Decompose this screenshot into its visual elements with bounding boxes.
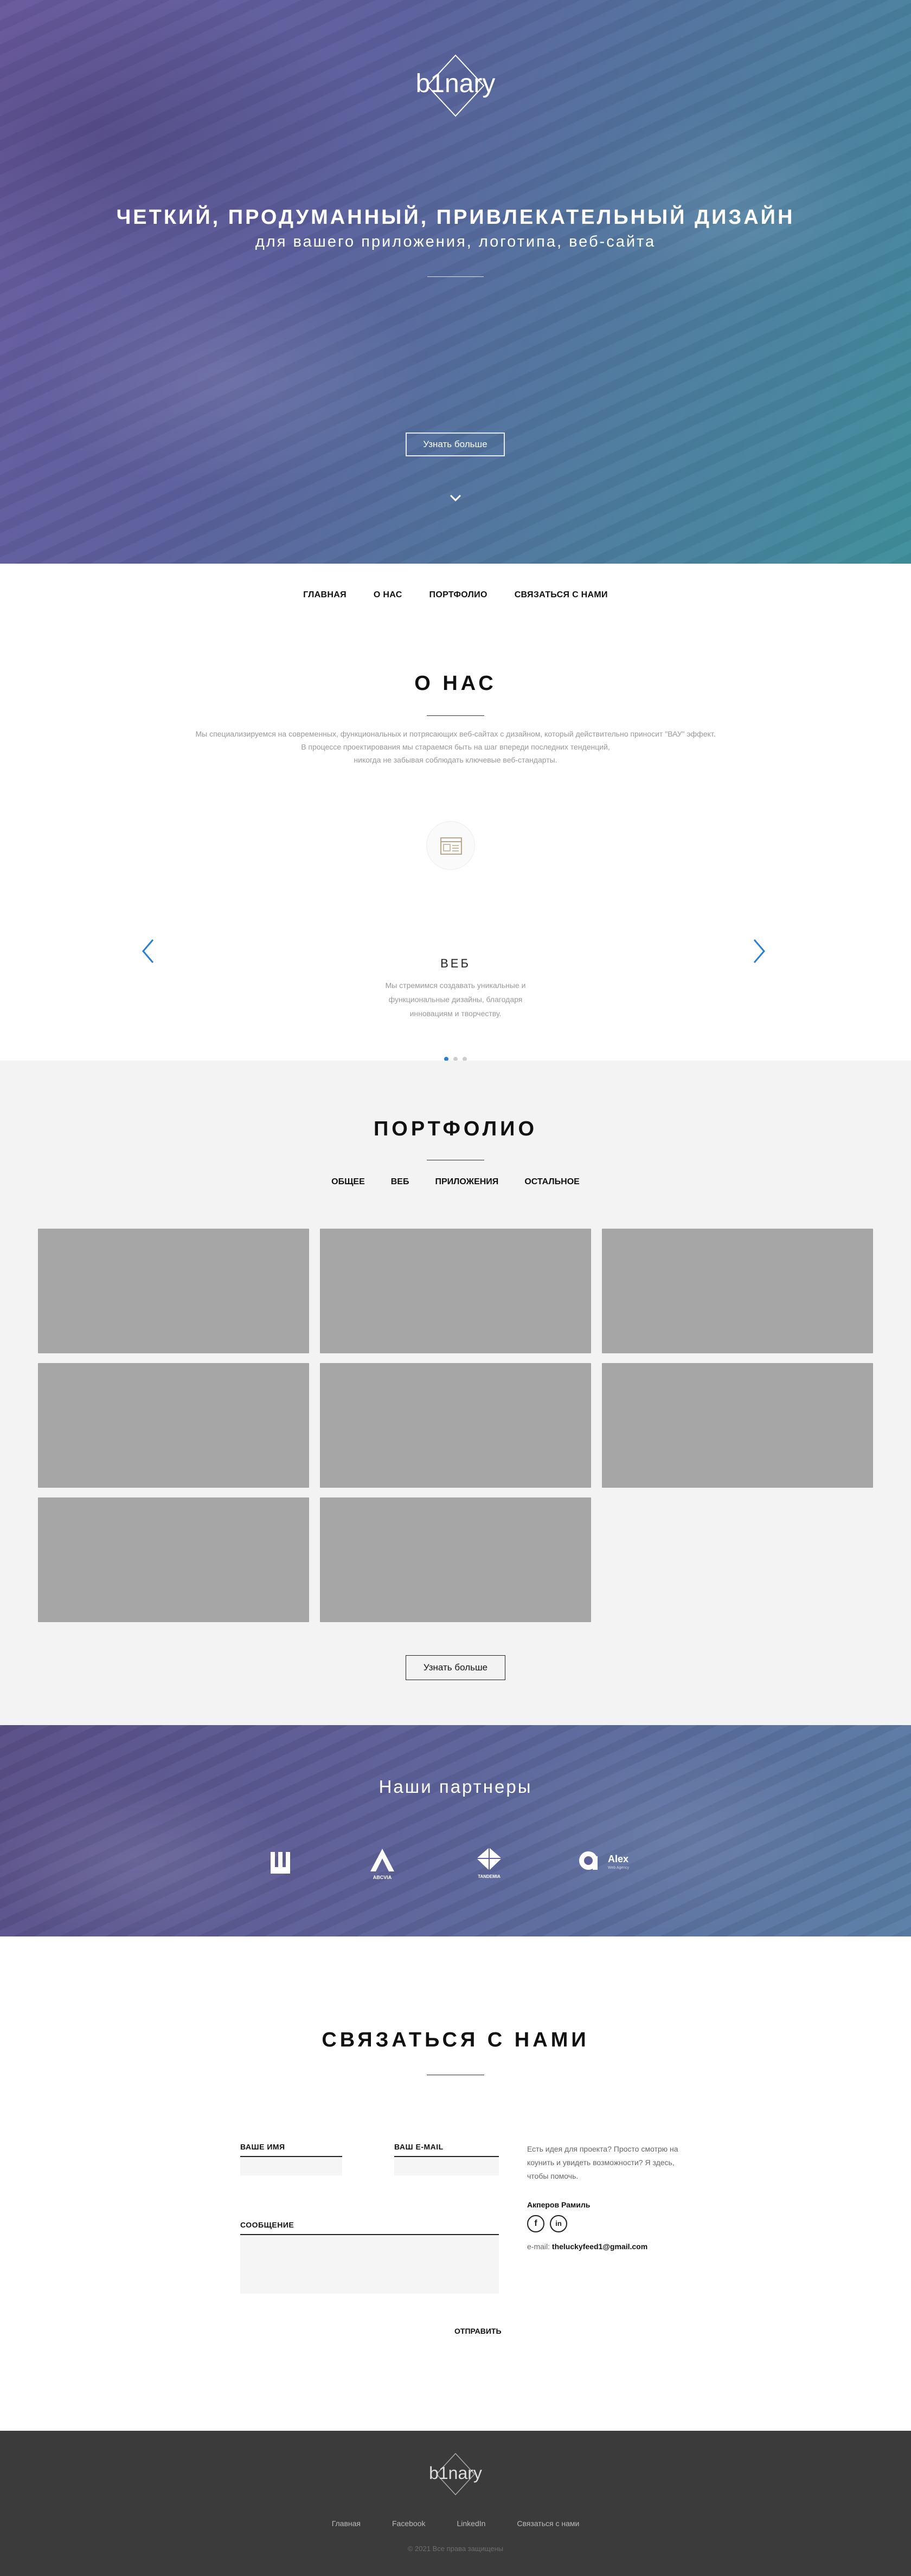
filter-other[interactable]: ОСТАЛЬНОЕ — [524, 1177, 580, 1187]
chevron-left-icon[interactable] — [140, 938, 156, 965]
portfolio-item[interactable] — [602, 1229, 873, 1353]
portfolio-item[interactable] — [38, 1497, 309, 1622]
w-logo-icon[interactable] — [268, 1844, 292, 1882]
about-description: Мы специализируемся на современных, функ… — [0, 727, 911, 766]
email-prefix: e-mail: — [527, 2242, 550, 2251]
about-description-line: В процессе проектирования мы стараемся б… — [301, 743, 610, 751]
portfolio-learn-more-button[interactable]: Узнать больше — [406, 1655, 505, 1680]
logo-wordmark: b1nary — [416, 69, 496, 98]
contact-email[interactable]: theluckyfeed1@gmail.com — [552, 2242, 647, 2251]
hero-divider — [427, 276, 484, 277]
hero-section: b1nary ЧЕТКИЙ, ПРОДУМАННЫЙ, ПРИВЛЕКАТЕЛЬ… — [0, 0, 911, 564]
send-button[interactable]: ОТПРАВИТЬ — [454, 2327, 502, 2335]
name-label: ВАШЕ ИМЯ — [240, 2142, 285, 2151]
footer-link-contact[interactable]: Связаться с нами — [517, 2519, 579, 2528]
footer-link-linkedin[interactable]: LinkedIn — [457, 2519, 485, 2528]
nav-item-home[interactable]: ГЛАВНАЯ — [303, 590, 347, 600]
browser-window-icon — [426, 821, 475, 870]
alex-label: Alex — [608, 1854, 628, 1864]
contact-person-name: Акперов Рамиль — [527, 2200, 591, 2209]
portfolio-item[interactable] — [320, 1497, 591, 1622]
main-nav: ГЛАВНАЯ О НАС ПОРТФОЛИО СВЯЗАТЬСЯ С НАМИ — [0, 564, 911, 626]
filter-all[interactable]: ОБЩЕЕ — [331, 1177, 365, 1187]
message-label: СООБЩЕНИЕ — [240, 2220, 294, 2229]
portfolio-item[interactable] — [602, 1363, 873, 1488]
footer-copyright: © 2021 Все права защищены — [407, 2545, 504, 2553]
nav-item-contact[interactable]: СВЯЗАТЬСЯ С НАМИ — [515, 590, 608, 600]
slide-title: ВЕБ — [440, 957, 471, 970]
footer-link-home[interactable]: Главная — [332, 2519, 361, 2528]
partners-section: Наши партнеры ABCVIA TANDEMIA Alex Web A… — [0, 1725, 911, 1936]
portfolio-grid — [38, 1229, 873, 1622]
portfolio-title: ПОРТФОЛИО — [373, 1118, 538, 1140]
chevron-down-icon[interactable] — [448, 490, 463, 506]
message-textarea[interactable] — [240, 2234, 499, 2294]
tandem-label: TANDEMIA — [478, 1874, 501, 1879]
binary-logo[interactable]: b1nary — [401, 54, 510, 125]
contact-info: Есть идея для проекта? Просто смотрю на … — [527, 2142, 690, 2254]
footer-links: Главная Facebook LinkedIn Связаться с на… — [0, 2519, 911, 2528]
hero-subheadline: для вашего приложения, логотипа, веб-сай… — [255, 233, 656, 250]
about-description-line: никогда не забывая соблюдать ключевые ве… — [354, 756, 557, 764]
name-input[interactable] — [240, 2156, 342, 2175]
about-title: О НАС — [414, 672, 497, 695]
about-section: О НАС Мы специализируемся на современных… — [0, 626, 911, 1061]
email-label: ВАШ E-MAIL — [394, 2142, 444, 2151]
footer-link-facebook[interactable]: Facebook — [392, 2519, 425, 2528]
portfolio-item[interactable] — [38, 1229, 309, 1353]
contact-title: СВЯЗАТЬСЯ С НАМИ — [322, 2029, 589, 2051]
email-input[interactable] — [394, 2156, 499, 2175]
footer: b1nary Главная Facebook LinkedIn Связать… — [0, 2431, 911, 2576]
hero-learn-more-button[interactable]: Узнать больше — [406, 432, 505, 456]
nav-item-about[interactable]: О НАС — [374, 590, 402, 600]
hero-headline: ЧЕТКИЙ, ПРОДУМАННЫЙ, ПРИВЛЕКАТЕЛЬНЫЙ ДИЗ… — [116, 206, 795, 229]
footer-binary-logo[interactable]: b1nary — [419, 2452, 492, 2501]
slide-text: Мы стремимся создавать уникальные и функ… — [385, 981, 526, 1018]
about-divider — [427, 715, 484, 716]
partners-background-image — [0, 1725, 911, 1936]
portfolio-filters: ОБЩЕЕ ВЕБ ПРИЛОЖЕНИЯ ОСТАЛЬНОЕ — [0, 1177, 911, 1187]
footer-logo-wordmark: b1nary — [429, 2463, 482, 2483]
alex-logo-icon[interactable]: Alex Web Agency — [578, 1844, 643, 1882]
partners-title: Наши партнеры — [378, 1777, 533, 1797]
contact-info-text: Есть идея для проекта? Просто смотрю на … — [527, 2145, 678, 2180]
alex-sub: Web Agency — [608, 1866, 630, 1870]
portfolio-item[interactable] — [38, 1363, 309, 1488]
tandem-logo-icon[interactable]: TANDEMIA — [470, 1844, 508, 1882]
abcvia-logo-icon[interactable]: ABCVIA — [366, 1844, 399, 1882]
chevron-right-icon[interactable] — [751, 938, 767, 965]
abcvia-label: ABCVIA — [373, 1875, 392, 1880]
facebook-icon[interactable]: f — [527, 2215, 544, 2232]
contact-section: СВЯЗАТЬСЯ С НАМИ ВАШЕ ИМЯ ВАШ E-MAIL СОО… — [0, 1936, 911, 2431]
portfolio-item[interactable] — [320, 1229, 591, 1353]
filter-apps[interactable]: ПРИЛОЖЕНИЯ — [435, 1177, 498, 1187]
about-description-line: Мы специализируемся на современных, функ… — [195, 729, 716, 738]
portfolio-item[interactable] — [320, 1363, 591, 1488]
filter-web[interactable]: ВЕБ — [391, 1177, 409, 1187]
portfolio-section: ПОРТФОЛИО ОБЩЕЕ ВЕБ ПРИЛОЖЕНИЯ ОСТАЛЬНОЕ… — [0, 1061, 911, 1725]
linkedin-icon[interactable]: in — [550, 2215, 567, 2232]
nav-item-portfolio[interactable]: ПОРТФОЛИО — [429, 590, 487, 600]
